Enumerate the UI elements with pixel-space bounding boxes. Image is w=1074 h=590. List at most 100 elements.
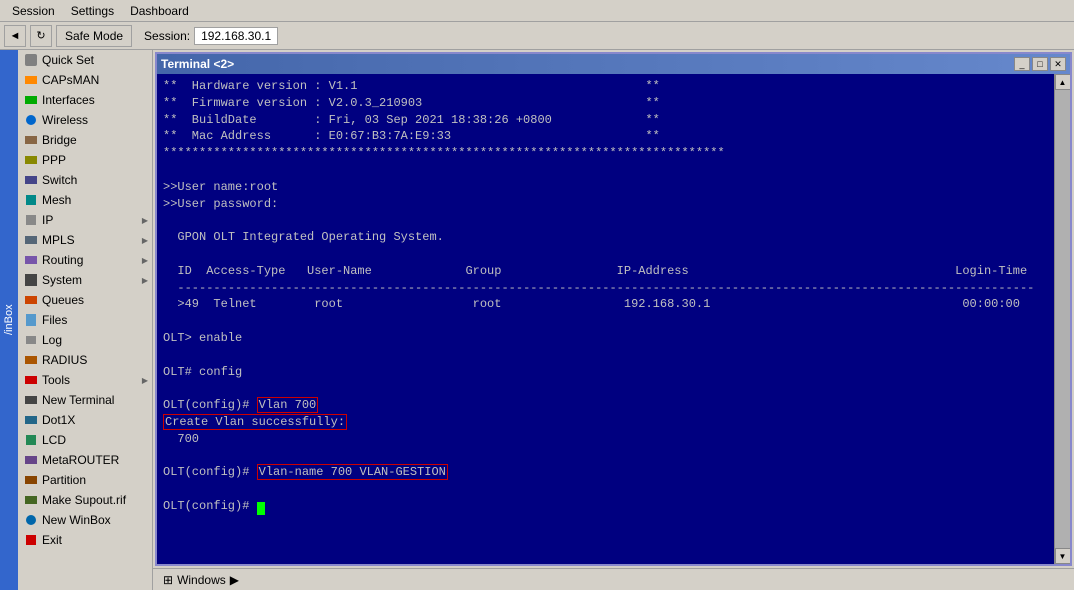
interfaces-icon [24,93,38,107]
sidebar-label-ip: IP [42,213,53,227]
sidebar-label-system: System [42,273,82,287]
terminal-titlebar: Terminal <2> _ □ ✕ [157,54,1070,74]
sidebar-item-mesh[interactable]: Mesh [18,190,152,210]
sidebar-item-capsman[interactable]: CAPsMAN [18,70,152,90]
sidebar-label-capsman: CAPsMAN [42,73,99,87]
menu-bar: Session Settings Dashboard [0,0,1074,22]
sidebar-label-files: Files [42,313,67,327]
menu-settings[interactable]: Settings [63,2,122,20]
terminal-cursor [257,502,265,515]
sidebar-item-interfaces[interactable]: Interfaces [18,90,152,110]
sidebar-label-wireless: Wireless [42,113,88,127]
sidebar-label-exit: Exit [42,533,62,547]
sidebar-item-wireless[interactable]: Wireless [18,110,152,130]
scrollbar-down-btn[interactable]: ▼ [1055,548,1071,564]
cmd2-highlight: Create Vlan successfully: [163,414,347,430]
sidebar-label-new-terminal: New Terminal [42,393,114,407]
exit-icon [24,533,38,547]
menu-session[interactable]: Session [4,2,63,20]
sidebar-label-metarouter: MetaROUTER [42,453,119,467]
capsman-icon [24,73,38,87]
sidebar-item-switch[interactable]: Switch [18,170,152,190]
ip-icon [24,213,38,227]
routing-icon [24,253,38,267]
cmd1-highlight: Vlan 700 [257,397,319,413]
sidebar-item-ppp[interactable]: PPP [18,150,152,170]
sidebar-item-lcd[interactable]: LCD [18,430,152,450]
sidebar-item-log[interactable]: Log [18,330,152,350]
sidebar-label-bridge: Bridge [42,133,77,147]
sidebar-label-log: Log [42,333,62,347]
sidebar-label-partition: Partition [42,473,86,487]
sidebar-label-dot1x: Dot1X [42,413,75,427]
sidebar-label-lcd: LCD [42,433,66,447]
cmd3-highlight: Vlan-name 700 VLAN-GESTION [257,464,448,480]
switch-icon [24,173,38,187]
mpls-icon [24,233,38,247]
queues-icon [24,293,38,307]
windows-bar: ⊞ Windows ▶ [153,568,1074,590]
sidebar-item-ip[interactable]: IP [18,210,152,230]
terminal-window: Terminal <2> _ □ ✕ ** Hardware version :… [155,52,1072,566]
sidebar-label-new-winbox: New WinBox [42,513,111,527]
windows-chevron-icon: ▶ [230,573,239,587]
sidebar-label-radius: RADIUS [42,353,87,367]
partition-icon [24,473,38,487]
sidebar-item-routing[interactable]: Routing [18,250,152,270]
terminal-scrollbar: ▲ ▼ [1054,74,1070,564]
scrollbar-track[interactable] [1055,90,1070,548]
sidebar-item-dot1x[interactable]: Dot1X [18,410,152,430]
terminal-controls: _ □ ✕ [1014,57,1066,71]
lcd-icon [24,433,38,447]
winbox-label: /inBox [0,50,18,590]
sidebar-item-files[interactable]: Files [18,310,152,330]
sidebar-item-quickset[interactable]: Quick Set [18,50,152,70]
windows-label[interactable]: ⊞ Windows ▶ [157,571,245,589]
sidebar-item-partition[interactable]: Partition [18,470,152,490]
content-area: Terminal <2> _ □ ✕ ** Hardware version :… [153,50,1074,590]
session-value: 192.168.30.1 [194,27,278,45]
quickset-icon [24,53,38,67]
sidebar-item-new-terminal[interactable]: New Terminal [18,390,152,410]
sidebar-label-switch: Switch [42,173,77,187]
sidebar-label-makesupout: Make Supout.rif [42,493,126,507]
sidebar-item-exit[interactable]: Exit [18,530,152,550]
sidebar-item-makesupout[interactable]: Make Supout.rif [18,490,152,510]
menu-dashboard[interactable]: Dashboard [122,2,197,20]
sidebar-item-radius[interactable]: RADIUS [18,350,152,370]
sidebar-item-new-winbox[interactable]: New WinBox [18,510,152,530]
sidebar: Quick Set CAPsMAN Interfaces Wireless Br… [18,50,153,590]
new-terminal-icon [24,393,38,407]
files-icon [24,313,38,327]
terminal-body[interactable]: ** Hardware version : V1.1 ** ** Firmwar… [157,74,1054,564]
system-icon [24,273,38,287]
main-layout: /inBox Quick Set CAPsMAN Interfaces Wire… [0,50,1074,590]
sidebar-item-mpls[interactable]: MPLS [18,230,152,250]
scrollbar-up-btn[interactable]: ▲ [1055,74,1071,90]
terminal-maximize-btn[interactable]: □ [1032,57,1048,71]
sidebar-label-queues: Queues [42,293,84,307]
sidebar-wrapper: /inBox Quick Set CAPsMAN Interfaces Wire… [0,50,153,590]
windows-icon: ⊞ [163,573,173,587]
sidebar-label-mpls: MPLS [42,233,75,247]
sidebar-item-system[interactable]: System [18,270,152,290]
safe-mode-button[interactable]: Safe Mode [56,25,132,47]
toolbar: ◄ ↻ Safe Mode Session: 192.168.30.1 [0,22,1074,50]
makesupout-icon [24,493,38,507]
sidebar-label-ppp: PPP [42,153,66,167]
sidebar-item-queues[interactable]: Queues [18,290,152,310]
sidebar-item-tools[interactable]: Tools [18,370,152,390]
toolbar-left-btn[interactable]: ◄ [4,25,26,47]
terminal-close-btn[interactable]: ✕ [1050,57,1066,71]
wireless-icon [24,113,38,127]
session-label: Session: [144,29,190,43]
terminal-text: ** Hardware version : V1.1 ** ** Firmwar… [163,78,1048,515]
toolbar-refresh-btn[interactable]: ↻ [30,25,52,47]
ppp-icon [24,153,38,167]
terminal-title: Terminal <2> [161,57,234,71]
sidebar-item-metarouter[interactable]: MetaROUTER [18,450,152,470]
terminal-minimize-btn[interactable]: _ [1014,57,1030,71]
bridge-icon [24,133,38,147]
metarouter-icon [24,453,38,467]
sidebar-item-bridge[interactable]: Bridge [18,130,152,150]
